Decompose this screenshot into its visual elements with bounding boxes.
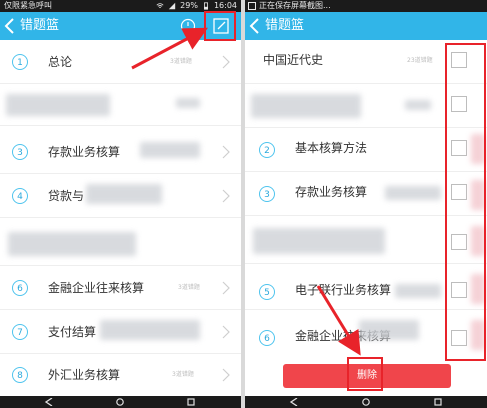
blur-redaction <box>359 320 419 340</box>
chevron-right-icon <box>222 281 230 295</box>
list-item[interactable]: 6 金融企业往来核算 <box>245 310 487 360</box>
nav-back-icon[interactable] <box>44 398 54 406</box>
blur-redaction <box>471 274 485 304</box>
item-count: 23道错题 <box>407 57 433 64</box>
blur-redaction <box>8 232 136 256</box>
back-arrow-icon[interactable] <box>247 16 263 36</box>
list-item[interactable]: 7 支付结算 <box>0 310 241 354</box>
nav-recents-icon[interactable] <box>433 398 443 406</box>
select-checkbox[interactable] <box>451 96 467 112</box>
nav-back-icon[interactable] <box>289 398 299 406</box>
select-checkbox[interactable] <box>451 140 467 156</box>
select-checkbox[interactable] <box>451 184 467 200</box>
list-item[interactable]: 3 存款业务核算 <box>245 172 487 216</box>
list-item[interactable]: 中国近代史 23道错题 <box>245 40 487 84</box>
navigation-bar <box>245 396 487 408</box>
select-checkbox[interactable] <box>451 282 467 298</box>
item-number: 5 <box>259 284 275 300</box>
item-label: 总论 <box>48 55 73 69</box>
item-number: 2 <box>259 142 275 158</box>
page-title: 错题篮 <box>265 18 305 33</box>
item-label: 存款业务核算 <box>48 145 121 159</box>
item-number: 3 <box>12 144 28 160</box>
signal-icon <box>168 2 176 10</box>
blurred-row <box>245 84 487 128</box>
blur-redaction <box>251 94 361 118</box>
item-label: 外汇业务核算 <box>48 368 121 382</box>
item-label: 存款业务核算 <box>295 185 368 199</box>
chevron-right-icon <box>222 55 230 69</box>
select-checkbox[interactable] <box>451 52 467 68</box>
status-right: 29% 16:04 <box>156 0 237 12</box>
right-screen: 正在保存屏幕截图... 错题篮 中国近代史 23道错题 2 基本核算方法 3 存… <box>245 0 487 408</box>
chevron-right-icon <box>222 145 230 159</box>
item-label: 金融企业往来核算 <box>48 281 145 295</box>
item-number: 1 <box>12 54 28 70</box>
item-count: 3道错题 <box>172 371 194 378</box>
blurred-row <box>245 216 487 264</box>
delete-button[interactable]: 删除 <box>283 364 451 388</box>
carrier-text: 仅限紧急呼叫 <box>4 1 52 10</box>
item-count: 3道错题 <box>178 284 200 291</box>
header: 错题篮 <box>0 12 241 40</box>
header: 错题篮 <box>245 12 487 40</box>
clock: 16:04 <box>213 1 237 10</box>
blur-redaction <box>86 184 162 204</box>
blur-redaction <box>471 226 485 256</box>
screenshot-icon <box>248 2 256 10</box>
nav-recents-icon[interactable] <box>186 398 196 406</box>
chevron-right-icon <box>222 189 230 203</box>
nav-home-icon[interactable] <box>361 398 371 406</box>
list-item[interactable]: 8 外汇业务核算 3道错题 <box>0 354 241 396</box>
battery-icon <box>203 2 208 10</box>
select-checkbox[interactable] <box>451 330 467 346</box>
blurred-row <box>0 220 241 266</box>
list-item[interactable]: 5 电子联行业务核算 <box>245 264 487 310</box>
item-number: 3 <box>259 186 275 202</box>
item-label: 贷款与 <box>48 189 85 203</box>
list-item[interactable]: 2 基本核算方法 <box>245 128 487 172</box>
edit-icon[interactable] <box>212 17 230 35</box>
select-checkbox[interactable] <box>451 234 467 250</box>
item-label: 电子联行业务核算 <box>295 283 392 297</box>
blur-redaction <box>405 100 431 110</box>
status-bar: 正在保存屏幕截图... <box>245 0 487 12</box>
page-title: 错题篮 <box>20 18 60 33</box>
blur-redaction <box>6 94 110 116</box>
wifi-icon <box>156 3 164 8</box>
list-item[interactable]: 3 存款业务核算 <box>0 130 241 174</box>
navigation-bar <box>0 396 241 408</box>
blur-redaction <box>140 142 200 158</box>
timer-icon[interactable] <box>180 18 196 34</box>
left-screen: 仅限紧急呼叫 29% 16:04 错题篮 1 总论 3道错题 3 存款业务核算 … <box>0 0 241 408</box>
blurred-row <box>0 84 241 126</box>
blur-redaction <box>471 180 485 210</box>
item-label: 中国近代史 <box>263 53 324 67</box>
list-item[interactable]: 1 总论 3道错题 <box>0 40 241 84</box>
item-number: 4 <box>12 188 28 204</box>
item-label: 基本核算方法 <box>295 141 368 155</box>
blur-redaction <box>176 98 200 108</box>
item-number: 6 <box>12 280 28 296</box>
item-label: 支付结算 <box>48 325 97 339</box>
back-arrow-icon[interactable] <box>2 16 18 36</box>
item-number: 6 <box>259 330 275 346</box>
item-number: 7 <box>12 324 28 340</box>
battery-percent: 29% <box>180 1 198 10</box>
blur-redaction <box>253 228 385 254</box>
blur-redaction <box>100 320 200 340</box>
item-number: 8 <box>12 367 28 383</box>
status-notice: 正在保存屏幕截图... <box>259 1 331 10</box>
blur-redaction <box>471 134 485 164</box>
blur-redaction <box>385 186 441 200</box>
blur-redaction <box>395 284 441 298</box>
status-bar: 仅限紧急呼叫 29% 16:04 <box>0 0 241 12</box>
chevron-right-icon <box>222 325 230 339</box>
blur-redaction <box>471 320 485 350</box>
item-count: 3道错题 <box>170 58 192 65</box>
list-item[interactable]: 4 贷款与 <box>0 174 241 218</box>
chevron-right-icon <box>222 368 230 382</box>
list-item[interactable]: 6 金融企业往来核算 3道错题 <box>0 266 241 310</box>
nav-home-icon[interactable] <box>115 398 125 406</box>
